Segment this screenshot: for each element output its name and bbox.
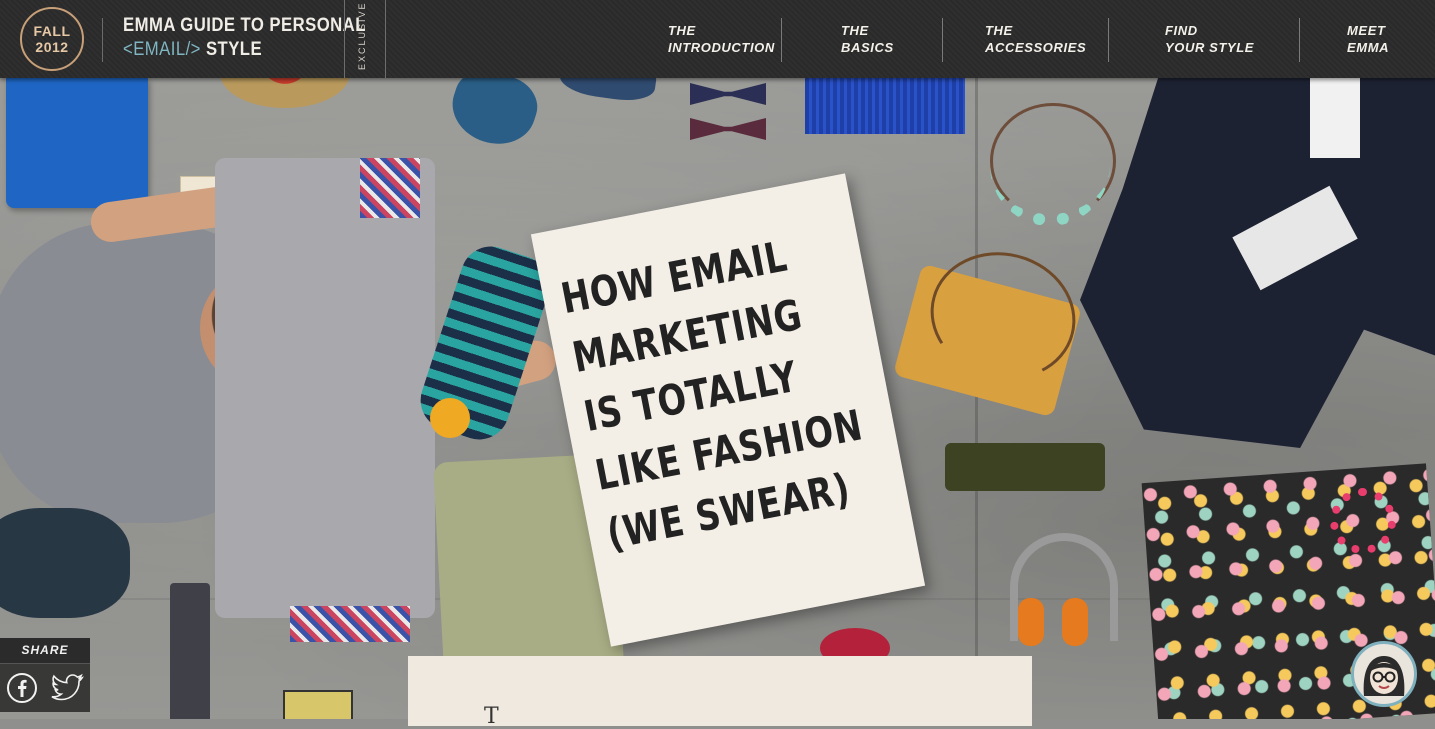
drop-cap: T — [484, 704, 499, 729]
blue-shoe — [443, 78, 545, 155]
site-title-line2: <EMAIL/> STYLE — [123, 38, 366, 62]
hero-headline: How email marketing is totally like fash… — [556, 226, 867, 565]
nav-item-find-your-style[interactable]: FIND YOUR STYLE — [1165, 22, 1254, 56]
badge-season: FALL — [33, 23, 71, 39]
headphone-cup — [1018, 598, 1044, 646]
bow-tie — [690, 83, 766, 105]
grey-sweater — [215, 158, 435, 618]
content-card: T — [408, 656, 1032, 729]
site-title[interactable]: EMMA GUIDE TO PERSONAL <EMAIL/> STYLE — [123, 14, 366, 62]
nav-separator — [781, 18, 782, 62]
share-panel: SHARE — [0, 638, 90, 712]
site-title-suffix: STYLE — [200, 39, 263, 60]
headphone-cup — [1062, 598, 1088, 646]
blue-shirt — [6, 78, 148, 208]
nav-item-accessories[interactable]: THE ACCESSORIES — [985, 22, 1086, 56]
twitter-icon[interactable] — [50, 673, 84, 703]
exclusive-tab: EXCLUSIVE — [344, 0, 386, 78]
exclusive-label: EXCLUSIVE — [357, 1, 367, 70]
blue-shoe — [557, 78, 659, 105]
season-badge: FALL 2012 — [20, 7, 84, 71]
plaid-cuff — [290, 606, 410, 642]
book — [283, 690, 353, 719]
header-divider — [102, 18, 103, 62]
email-tag: <EMAIL/> — [123, 39, 201, 60]
blazer-shirt — [1310, 78, 1360, 158]
badge-year: 2012 — [35, 39, 69, 55]
plaid-collar — [360, 158, 420, 218]
pink-bracelet — [1330, 488, 1396, 554]
site-header: FALL 2012 EMMA GUIDE TO PERSONAL <EMAIL/… — [0, 0, 1435, 78]
dark-cushion — [0, 508, 130, 618]
fringe-scarf — [805, 78, 965, 134]
emma-avatar[interactable] — [1351, 641, 1417, 707]
nav-separator — [1299, 18, 1300, 62]
nav-separator — [942, 18, 943, 62]
nav-item-introduction[interactable]: THE INTRODUCTION — [668, 22, 775, 56]
share-label: SHARE — [0, 638, 90, 663]
nav-item-basics[interactable]: THE BASICS — [841, 22, 894, 56]
emma-face-icon — [1363, 656, 1405, 696]
knit-tie — [170, 583, 210, 719]
share-icons — [0, 663, 90, 712]
facebook-icon[interactable] — [6, 672, 38, 704]
site-title-line1: EMMA GUIDE TO PERSONAL — [123, 15, 366, 36]
sock-toe — [430, 398, 470, 438]
straw-hat — [220, 78, 350, 108]
necklace-beads — [990, 148, 1110, 226]
nav-item-meet-emma[interactable]: MEET EMMA — [1347, 22, 1389, 56]
bow-tie — [690, 118, 766, 140]
nav-separator — [1108, 18, 1109, 62]
floor-seam — [975, 78, 978, 719]
velvet-headband — [945, 443, 1105, 491]
